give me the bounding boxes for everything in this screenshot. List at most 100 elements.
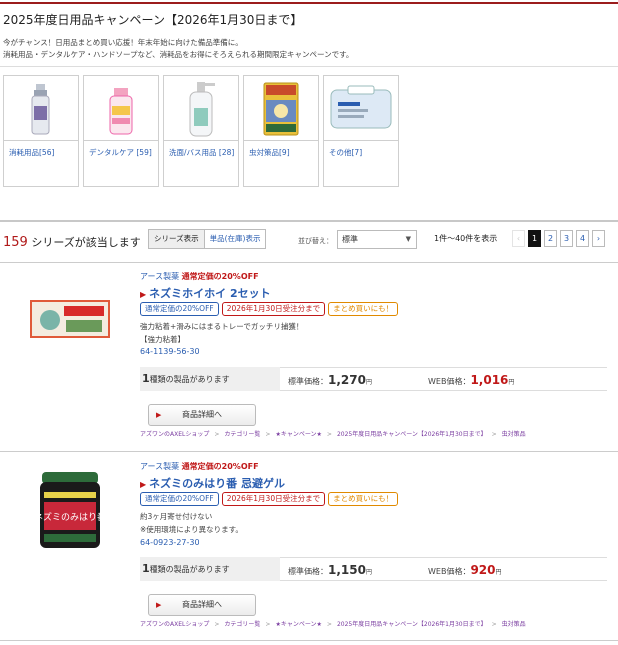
breadcrumb-separator: > (491, 621, 497, 628)
product-name[interactable]: ネズミホイホイ 2セット (149, 287, 270, 300)
variant-count-text: 種類の製品があります (149, 375, 230, 384)
breadcrumb-item[interactable]: 虫対策品 (502, 431, 526, 438)
divider (0, 262, 618, 263)
page-2-button[interactable]: 2 (544, 230, 557, 247)
sort-select[interactable]: 標準 ▼ (337, 230, 417, 249)
category-label[interactable]: 洗面/バス用品 [28] (169, 146, 235, 159)
detail-button-label: 商品詳細へ (182, 410, 222, 419)
category-label[interactable]: 虫対策品[9] (249, 146, 315, 159)
sort-value: 標準 (342, 235, 358, 244)
yen-label: 円 (508, 379, 515, 386)
breadcrumb-item[interactable]: カテゴリー覧 (224, 431, 260, 438)
standard-price: 標準価格：1,150円 (288, 563, 372, 577)
breadcrumb-item[interactable]: 2025年度日用品キャンペーン【2026年1月30日まで】 (337, 431, 487, 438)
breadcrumb-item[interactable]: カテゴリー覧 (224, 621, 260, 628)
standard-price-value: 1,150 (328, 563, 366, 577)
standard-price-label: 標準価格： (288, 567, 328, 576)
page-title: 2025年度日用品キャンペーン【2026年1月30日まで】 (3, 13, 303, 27)
category-tile-insect[interactable]: 虫対策品[9] (243, 75, 319, 187)
divider (0, 451, 618, 452)
triangle-right-icon: ▶ (140, 290, 147, 299)
result-count-suffix: シリーズが該当します (27, 236, 141, 249)
badge-row: 通常定価の20%OFF 2026年1月30日受注分まで まとめ買いにも！ (140, 302, 399, 316)
breadcrumb-separator: > (326, 621, 332, 628)
next-page-button[interactable]: › (592, 230, 605, 247)
divider (0, 640, 618, 641)
wet-wipes-icon[interactable] (324, 76, 398, 141)
web-price-label: WEB価格： (428, 567, 471, 576)
badge-deadline: 2026年1月30日受注分まで (221, 492, 326, 506)
web-price: WEB価格：1,016円 (428, 373, 514, 387)
standard-price-label: 標準価格： (288, 377, 328, 386)
soap-pump-icon[interactable] (164, 76, 238, 141)
standard-price: 標準価格：1,270円 (288, 373, 372, 387)
yen-label: 円 (495, 569, 502, 576)
category-tile-bath[interactable]: 洗面/バス用品 [28] (163, 75, 239, 187)
sort-label: 並び替え： (298, 237, 333, 245)
product-code[interactable]: 64-1139-56-30 (140, 347, 200, 356)
category-tile-other[interactable]: その他[7] (323, 75, 399, 187)
badge-row: 通常定価の20%OFF 2026年1月30日受注分まで まとめ買いにも！ (140, 492, 399, 506)
badge-deadline: 2026年1月30日受注分まで (221, 302, 326, 316)
breadcrumb-item[interactable]: ★キャンペーン★ (275, 621, 321, 628)
description-line: 約3ヶ月寄せ付けない (140, 512, 213, 521)
product-image[interactable] (20, 296, 120, 344)
breadcrumb-item[interactable]: アズワンのAXELショップ (140, 621, 209, 628)
variant-count-text: 種類の製品があります (149, 565, 230, 574)
badge-discount: 通常定価の20%OFF (140, 492, 219, 506)
product-image[interactable]: ネズミのみはり番 (20, 470, 120, 552)
web-price-value: 1,016 (470, 373, 509, 387)
result-count: 159 シリーズが該当します (3, 234, 141, 250)
product-name-link[interactable]: ▶ ネズミホイホイ 2セット (140, 285, 271, 301)
discount-label: 通常定価の20%OFF (181, 462, 259, 471)
breadcrumb: アズワンのAXELショップ > カテゴリー覧 > ★キャンペーン★ >2025年度日用品キ… (140, 619, 526, 628)
maker-name: アース製薬 (140, 272, 180, 281)
category-tile-consumables[interactable]: 消耗用品[56] (3, 75, 79, 187)
badge-bulk: まとめ買いにも！ (328, 492, 399, 506)
page-4-button[interactable]: 4 (576, 230, 589, 247)
breadcrumb-separator: > (491, 431, 497, 438)
breadcrumb-item[interactable]: ★キャンペーン★ (275, 431, 321, 438)
tab-series-view[interactable]: シリーズ表示 (148, 229, 205, 249)
category-label[interactable]: その他[7] (329, 146, 395, 159)
description-line: 強力粘着+滑みにはまるトレーでガッチリ捕獲！ (140, 322, 304, 331)
variant-count-number: 1 (142, 562, 150, 575)
breadcrumb-item[interactable]: アズワンのAXELショップ (140, 431, 209, 438)
product-name-link[interactable]: ▶ ネズミのみはり番 忌避ゲル (140, 475, 285, 491)
intro-line-1: 今がチャンス！日用品まとめ買い応援！年末年始に向けた備品準備に。 (3, 38, 243, 47)
yen-label: 円 (365, 569, 372, 576)
result-range: 1件～40件を表示 (434, 234, 498, 243)
breadcrumb-separator: > (214, 431, 220, 438)
badge-bulk: まとめ買いにも！ (328, 302, 399, 316)
product-name[interactable]: ネズミのみはり番 忌避ゲル (149, 477, 285, 490)
product-code[interactable]: 64-0923-27-30 (140, 538, 200, 547)
description-line: ※使用環境により異なります。 (140, 525, 243, 534)
prev-page-button[interactable]: ‹ (512, 230, 525, 247)
breadcrumb-separator: > (214, 621, 220, 628)
category-label[interactable]: デンタルケア [59] (89, 146, 155, 159)
toothpaste-icon[interactable] (84, 76, 158, 141)
web-price: WEB価格：920円 (428, 563, 502, 577)
package-label: ネズミのみはり番 (34, 511, 106, 523)
spray-bottle-icon[interactable] (4, 76, 78, 141)
intro-line-2: 消耗用品・デンタルケア・ハンドソープなど、消耗品をお得にそろえられる期間限定キャ… (3, 50, 354, 59)
triangle-right-icon: ▶ (156, 601, 162, 609)
product-detail-button[interactable]: ▶ 商品詳細へ (148, 594, 256, 616)
breadcrumb-item[interactable]: 虫対策品 (502, 621, 526, 628)
result-count-number: 159 (3, 235, 28, 250)
category-tile-dental[interactable]: デンタルケア [59] (83, 75, 159, 187)
category-label[interactable]: 消耗用品[56] (9, 146, 75, 159)
divider (0, 220, 618, 222)
tab-single-view[interactable]: 単品(在庫)表示 (204, 229, 267, 249)
view-tabs: シリーズ表示 単品(在庫)表示 (148, 229, 267, 249)
page-3-button[interactable]: 3 (560, 230, 573, 247)
insect-trap-icon[interactable] (244, 76, 318, 141)
triangle-right-icon: ▶ (156, 411, 162, 419)
breadcrumb: アズワンのAXELショップ > カテゴリー覧 > ★キャンペーン★ >2025年度日用品キ… (140, 429, 526, 438)
product-description: 約3ヶ月寄せ付けない ※使用環境により異なります。 (140, 510, 243, 536)
maker-line: アース製薬 通常定価の20%OFF (140, 461, 259, 472)
page-1-button[interactable]: 1 (528, 230, 541, 247)
discount-label: 通常定価の20%OFF (181, 272, 259, 281)
breadcrumb-item[interactable]: 2025年度日用品キャンペーン【2026年1月30日まで】 (337, 621, 487, 628)
product-detail-button[interactable]: ▶ 商品詳細へ (148, 404, 256, 426)
